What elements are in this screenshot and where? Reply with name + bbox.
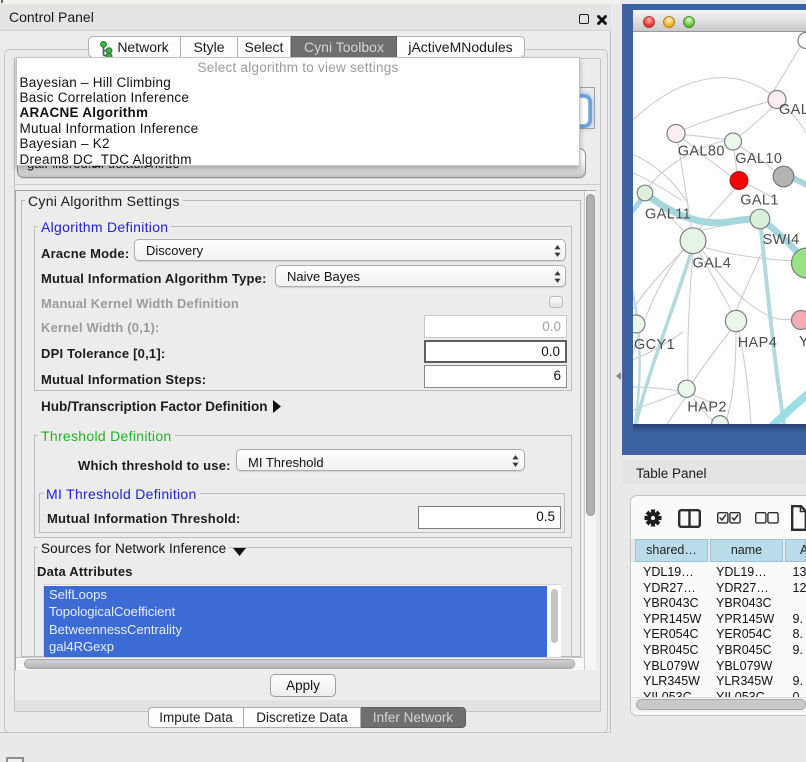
svg-text:GAL2: GAL2 <box>779 102 806 118</box>
svg-text:SWI4: SWI4 <box>763 232 800 248</box>
svg-text:GCY1: GCY1 <box>634 337 675 353</box>
svg-text:GAL80: GAL80 <box>678 144 725 160</box>
svg-text:HAP2: HAP2 <box>687 400 726 416</box>
svg-text:Y: Y <box>799 334 806 350</box>
svg-text:GAL4: GAL4 <box>693 256 732 272</box>
svg-text:GAL11: GAL11 <box>645 206 691 222</box>
svg-text:HAP4: HAP4 <box>738 335 777 351</box>
svg-text:GAL1: GAL1 <box>740 193 779 209</box>
svg-text:GAL10: GAL10 <box>735 151 782 167</box>
